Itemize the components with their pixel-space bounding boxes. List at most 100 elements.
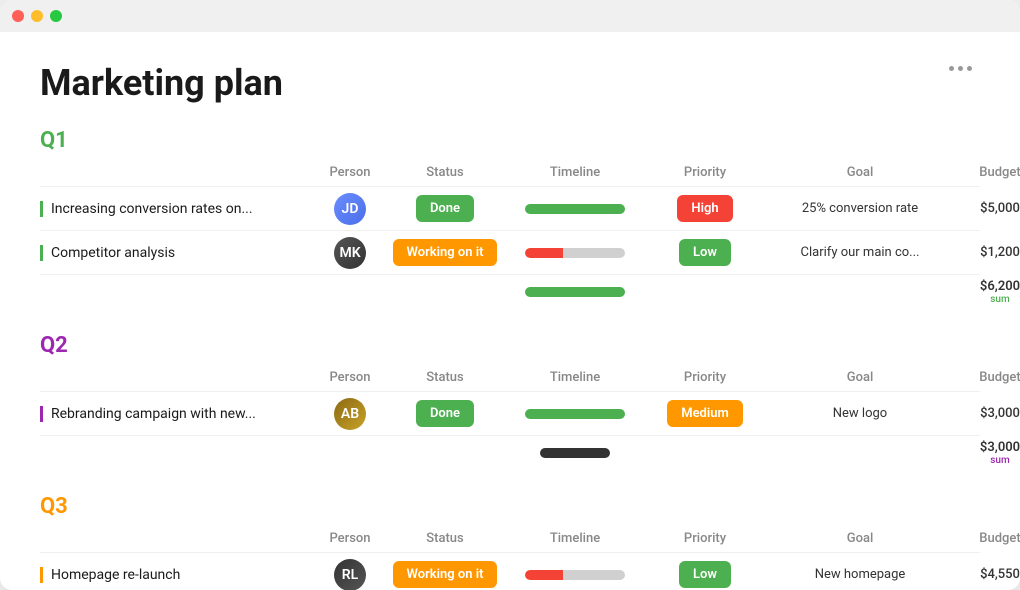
col-goal: Goal [770,165,950,180]
table-row: Homepage re-launch RL Working on it Low … [40,552,980,590]
priority-badge[interactable]: High [677,195,732,222]
budget-cell: $4,550 [950,567,1020,582]
status-cell: Working on it [380,561,510,588]
budget-cell: $1,200 [950,245,1020,260]
status-cell: Done [380,195,510,222]
task-name-cell: Competitor analysis [40,245,320,261]
sum-timeline-bar [525,287,625,297]
close-button[interactable] [12,10,24,22]
status-badge[interactable]: Working on it [393,561,498,588]
col-goal: Goal [770,370,950,385]
task-name-cell: Homepage re-launch [40,567,320,583]
person-cell: MK [320,237,380,269]
timeline-bar-full [525,204,625,214]
col-budget: Budget [950,165,1020,180]
status-badge[interactable]: Done [416,400,474,427]
timeline-bar-partial [525,248,625,258]
sum-timeline [510,287,640,297]
col-status: Status [380,165,510,180]
status-badge[interactable]: Done [416,195,474,222]
col-timeline: Timeline [510,165,640,180]
q1-section: Q1 Person Status Timeline Priority Goal … [40,128,980,309]
q2-title: Q2 [40,333,980,358]
sum-label: sum [950,455,1020,466]
priority-badge[interactable]: Low [679,561,731,588]
col-timeline: Timeline [510,370,640,385]
q1-sum-row: $6,200 sum [40,274,980,309]
dot [958,66,963,71]
avatar: RL [334,559,366,590]
task-name-cell: Rebranding campaign with new... [40,406,320,422]
sum-label: sum [950,294,1020,305]
timeline-cell [510,248,640,258]
q3-table-header: Person Status Timeline Priority Goal Bud… [40,527,980,550]
status-badge[interactable]: Working on it [393,239,498,266]
col-priority: Priority [640,165,770,180]
col-priority: Priority [640,370,770,385]
goal-cell: 25% conversion rate [770,201,950,216]
avatar: JD [334,193,366,225]
table-row: Increasing conversion rates on... JD Don… [40,186,980,230]
title-bar [0,0,1020,32]
timeline-cell [510,409,640,419]
sum-budget: $3,000 sum [950,440,1020,466]
col-person: Person [320,370,380,385]
task-name: Competitor analysis [51,245,175,261]
priority-cell: Low [640,561,770,588]
col-budget: Budget [950,531,1020,546]
task-name: Rebranding campaign with new... [51,406,256,422]
priority-cell: Medium [640,400,770,427]
avatar: MK [334,237,366,269]
page-content: Marketing plan Q1 Person Status Timeline… [0,32,1020,590]
priority-cell: Low [640,239,770,266]
q1-table-header: Person Status Timeline Priority Goal Bud… [40,161,980,184]
col-budget: Budget [950,370,1020,385]
more-options-button[interactable] [941,62,980,75]
col-status: Status [380,370,510,385]
timeline-cell [510,570,640,580]
minimize-button[interactable] [31,10,43,22]
person-cell: AB [320,398,380,430]
timeline-cell [510,204,640,214]
q3-section: Q3 Person Status Timeline Priority Goal … [40,494,980,590]
page-header: Marketing plan [40,62,980,104]
app-window: Marketing plan Q1 Person Status Timeline… [0,0,1020,590]
col-priority: Priority [640,531,770,546]
q2-table-header: Person Status Timeline Priority Goal Bud… [40,366,980,389]
col-person: Person [320,531,380,546]
person-cell: JD [320,193,380,225]
status-cell: Working on it [380,239,510,266]
task-name: Homepage re-launch [51,567,180,583]
col-timeline: Timeline [510,531,640,546]
task-name-cell: Increasing conversion rates on... [40,201,320,217]
q3-title: Q3 [40,494,980,519]
q1-title: Q1 [40,128,980,153]
goal-cell: New homepage [770,567,950,582]
status-cell: Done [380,400,510,427]
avatar: AB [334,398,366,430]
timeline-bar-red [525,248,563,258]
sum-budget: $6,200 sum [950,279,1020,305]
col-goal: Goal [770,531,950,546]
timeline-bar-full [525,409,625,419]
sum-timeline [510,448,640,458]
task-name: Increasing conversion rates on... [51,201,253,217]
priority-badge[interactable]: Medium [667,400,743,427]
goal-cell: New logo [770,406,950,421]
timeline-bar-red [525,570,563,580]
table-row: Competitor analysis MK Working on it Low… [40,230,980,274]
priority-cell: High [640,195,770,222]
q2-sum-row: $3,000 sum [40,435,980,470]
goal-cell: Clarify our main co... [770,245,950,260]
col-person: Person [320,165,380,180]
budget-cell: $5,000 [950,201,1020,216]
priority-badge[interactable]: Low [679,239,731,266]
maximize-button[interactable] [50,10,62,22]
dot [967,66,972,71]
page-title: Marketing plan [40,62,283,104]
timeline-bar-partial [525,570,625,580]
sum-timeline-bar-dark [540,448,610,458]
q2-section: Q2 Person Status Timeline Priority Goal … [40,333,980,470]
dot [949,66,954,71]
person-cell: RL [320,559,380,590]
